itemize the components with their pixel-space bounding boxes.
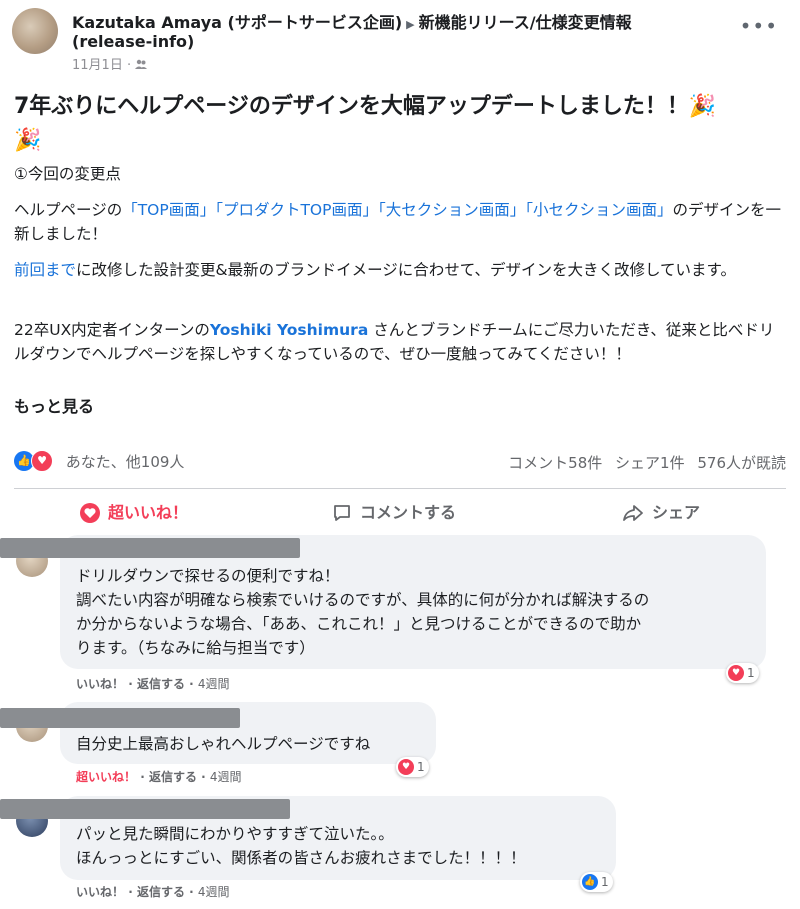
comment-time[interactable]: 4週間 bbox=[210, 770, 242, 784]
love-button[interactable]: 超いいね！ bbox=[80, 496, 188, 530]
section-heading: ①今回の変更点 bbox=[14, 165, 121, 183]
paragraph-1: ヘルプページの「TOP画面」「プロダクトTOP画面」「大セクション画面」「小セク… bbox=[14, 198, 784, 246]
comment-line: ほんっっとにすごい、関係者の皆さんお疲れさまでした！！！！ bbox=[76, 849, 526, 867]
paragraph-2: 前回までに改修した設計変更&最新のブランドイメージに合わせて、デザインを大きく改… bbox=[14, 258, 784, 282]
comment-button[interactable]: コメントする bbox=[332, 496, 456, 530]
comment-time[interactable]: 4週間 bbox=[198, 885, 230, 899]
comment-reaction-badge[interactable]: 👍 1 bbox=[580, 872, 613, 892]
redacted-name bbox=[0, 538, 300, 558]
post-title-text: 7年ぶりにヘルプページのデザインを大幅アップデートしました！！🎉 bbox=[14, 94, 717, 119]
post-meta: 11月1日 · bbox=[72, 54, 148, 73]
share-label: シェア bbox=[652, 503, 701, 522]
comment-reaction-badge[interactable]: ♥ 1 bbox=[726, 663, 759, 683]
like-icon: 👍 bbox=[582, 874, 598, 890]
post-header: Kazutaka Amaya (サポートサービス企画) ▶ 新機能リリース/仕様変更… bbox=[72, 9, 632, 33]
post-date[interactable]: 11月1日 bbox=[72, 58, 123, 73]
link-small-section[interactable]: 「小セクション画面」 bbox=[525, 201, 672, 219]
share-icon bbox=[623, 505, 643, 521]
comment-actions: いいね！ · 返信する · 4週間 bbox=[76, 885, 230, 899]
heart-icon: ♥ bbox=[728, 665, 744, 681]
share-button[interactable]: シェア bbox=[622, 496, 700, 530]
comment-line: ドリルダウンで探せるの便利ですね！ bbox=[76, 567, 340, 585]
link-previous[interactable]: 前回まで bbox=[14, 261, 76, 279]
para2-text: に改修した設計変更&最新のブランドイメージに合わせて、デザインを大きく改修してい… bbox=[76, 261, 737, 279]
author-name[interactable]: Kazutaka Amaya (サポートサービス企画) bbox=[72, 13, 402, 32]
post-title: 7年ぶりにヘルプページのデザインを大幅アップデートしました！！🎉 🎉 bbox=[14, 90, 784, 158]
comment-reply-button[interactable]: 返信する bbox=[137, 677, 185, 691]
paragraph-3: 22卒UX内定者インターンのYoshiki Yoshimura さんとブランドチ… bbox=[14, 318, 784, 366]
redacted-name bbox=[0, 708, 240, 728]
comment-text: 自分史上最高おしゃれヘルプページですね bbox=[76, 732, 436, 756]
comment-actions: いいね！ · 返信する · 4週間 bbox=[76, 677, 230, 691]
see-more-link[interactable]: もっと見る bbox=[14, 393, 94, 417]
group-name[interactable]: 新機能リリース/仕様変更情報 bbox=[419, 13, 632, 32]
comment-bubble: ドリルダウンで探せるの便利ですね！ 調べたい内容が明確なら検索でいけるのですが、… bbox=[0, 535, 766, 669]
reaction-summary: 👍 ♥ あなた、他109人 コメント58件 シェア1件 576人が既読 bbox=[14, 450, 786, 476]
para3-pre: 22卒UX内定者インターンの bbox=[14, 321, 210, 339]
redacted-name bbox=[0, 799, 290, 819]
comment-like-button[interactable]: 超いいね！ bbox=[76, 770, 136, 784]
comment-reply-button[interactable]: 返信する bbox=[137, 885, 185, 899]
reaction-names[interactable]: あなた、他109人 bbox=[66, 453, 185, 471]
link-product-top[interactable]: 「プロダクトTOP画面」 bbox=[215, 201, 378, 219]
comment-like-button[interactable]: いいね！ bbox=[76, 885, 124, 899]
heart-icon: ♥ bbox=[398, 759, 414, 775]
comment-bubble: 自分史上最高おしゃれヘルプページですね bbox=[0, 702, 436, 764]
link-large-section[interactable]: 「大セクション画面」 bbox=[378, 201, 525, 219]
share-count[interactable]: シェア1件 bbox=[615, 454, 685, 472]
user-mention[interactable]: Yoshiki Yoshimura bbox=[210, 321, 368, 339]
comment-text: パッと見た瞬間にわかりやすすぎて泣いた。。 ほんっっとにすごい、関係者の皆さんお… bbox=[76, 822, 612, 870]
comment-count[interactable]: コメント58件 bbox=[508, 454, 602, 472]
heart-icon[interactable]: ♥ bbox=[31, 450, 53, 472]
love-label: 超いいね！ bbox=[108, 503, 189, 522]
reaction-count: 1 bbox=[417, 760, 425, 774]
divider bbox=[14, 488, 786, 489]
comment-like-button[interactable]: いいね！ bbox=[76, 677, 124, 691]
comment-line: か分からないような場合、「ああ、これこれ！」と見つけることができるので助か bbox=[76, 615, 642, 633]
comment-line: 自分史上最高おしゃれヘルプページですね bbox=[76, 735, 371, 753]
reaction-count: 1 bbox=[747, 666, 755, 680]
para1-pre: ヘルプページの bbox=[14, 201, 123, 219]
party-emoji: 🎉 bbox=[14, 128, 42, 153]
more-options-icon[interactable]: ••• bbox=[740, 14, 778, 38]
caret-right-icon: ▶ bbox=[406, 18, 415, 31]
comment-reply-button[interactable]: 返信する bbox=[149, 770, 197, 784]
group-slug[interactable]: (release-info) bbox=[72, 32, 194, 51]
comment-icon bbox=[334, 505, 350, 521]
comment-actions: 超いいね！ · 返信する · 4週間 bbox=[76, 770, 242, 784]
post-stats: コメント58件 シェア1件 576人が既読 bbox=[508, 452, 786, 473]
comment-reaction-badge[interactable]: ♥ 1 bbox=[396, 757, 429, 777]
comment-label: コメントする bbox=[360, 503, 457, 522]
view-count[interactable]: 576人が既読 bbox=[697, 454, 786, 472]
reaction-count: 1 bbox=[601, 875, 609, 889]
comment-line: ります。（ちなみに給与担当です） bbox=[76, 639, 315, 657]
comment-bubble: パッと見た瞬間にわかりやすすぎて泣いた。。 ほんっっとにすごい、関係者の皆さんお… bbox=[0, 796, 616, 880]
comment-line: パッと見た瞬間にわかりやすすぎて泣いた。。 bbox=[76, 825, 394, 843]
comment-time[interactable]: 4週間 bbox=[198, 677, 230, 691]
group-icon bbox=[135, 59, 148, 69]
comment-text: ドリルダウンで探せるの便利ですね！ 調べたい内容が明確なら検索でいけるのですが、… bbox=[76, 564, 756, 660]
link-top[interactable]: 「TOP画面」 bbox=[122, 201, 215, 219]
comment-line: 調べたい内容が明確なら検索でいけるのですが、具体的に何が分かれば解決するの bbox=[76, 591, 650, 609]
heart-reaction-icon bbox=[80, 503, 100, 523]
author-avatar[interactable] bbox=[12, 8, 58, 54]
